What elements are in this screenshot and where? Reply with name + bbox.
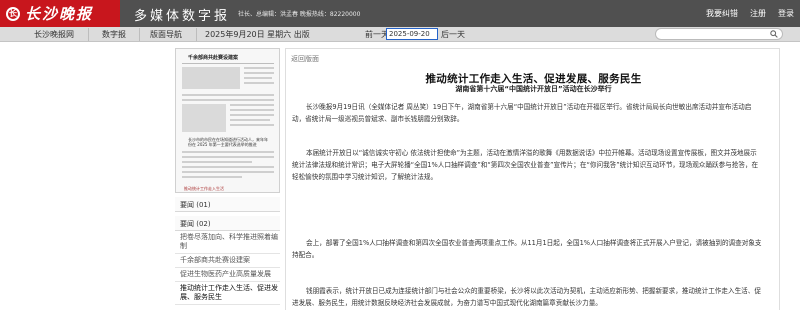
article-panel: 返回版面 推动统计工作走入生活、促进发展、服务民生 湖南省第十六届“中国统计开放… — [285, 48, 780, 310]
thumbnail-text-line — [182, 151, 274, 153]
thumbnail-text-line — [182, 94, 274, 96]
thumbnail-text-line — [182, 99, 274, 101]
article-paragraph: 钱朋霞表示，统计开放日已成为连接统计部门与社会公众的重要桥梁，长沙将以此次活动为… — [292, 287, 761, 308]
nav-divider — [88, 28, 89, 41]
register-link[interactable]: 注册 — [750, 8, 766, 19]
publish-date: 2025年9月20日 星期六 出版 — [205, 30, 310, 39]
logo-mark-icon: 长 — [6, 6, 20, 21]
thumbnail-text-line — [230, 119, 270, 121]
tab-changsha-evening-web[interactable]: 长沙晚报网 — [34, 29, 74, 40]
section-link-01[interactable]: 要闻 (01) — [175, 197, 280, 212]
next-day-button[interactable]: 后一天 — [441, 29, 465, 40]
article-subtitle: 湖南省第十六届“中国统计开放日”活动在长沙举行 — [455, 85, 612, 93]
thumbnail-caption: 推动统计工作走入生活 — [184, 186, 224, 191]
app-title: 多媒体数字报 — [134, 9, 231, 24]
article-item[interactable]: 把卷尽落加向、科学推进照着编制 — [175, 231, 280, 254]
article-item-active[interactable]: 推动统计工作走入生活、促进发展、服务民生 — [175, 282, 280, 305]
thumbnail-headline-2: 长沙市的市民在在场知道进行活动人，来年年份在 2025 年第一主要代表选举的推进 — [188, 137, 268, 147]
thumbnail-text-line — [182, 176, 242, 178]
login-link[interactable]: 登录 — [778, 8, 794, 19]
thumbnail-photo — [182, 67, 240, 89]
thumbnail-text-line — [244, 67, 274, 69]
thumbnail-text-line — [244, 72, 274, 74]
tab-digital-paper[interactable]: 数字报 — [102, 29, 126, 40]
article-paragraph: 长沙晚报9月19日讯（全媒体记者 周丛笑）19日下午，湖南省第十六届“中国统计开… — [292, 103, 752, 124]
site-logo[interactable]: 长 长沙晚报 — [0, 0, 120, 27]
nav-divider — [139, 28, 140, 41]
thumbnail-headline: 千余部商共赴赛设建案 — [188, 55, 239, 61]
article-list: 把卷尽落加向、科学推进照着编制 千余部商共赴赛设建案 促进生物医药产业高质量发展… — [175, 231, 280, 305]
logo-text: 长沙晚报 — [25, 5, 94, 23]
contact-info: 社长、总编辑：洪孟春 晚报热线：82220000 — [238, 11, 361, 18]
article-item[interactable]: 促进生物医药产业高质量发展 — [175, 268, 280, 282]
article-paragraph: 会上，部署了全国1%人口抽样调查和第四次全国农业普查两项重点工作。从11月1日起… — [292, 239, 762, 260]
header-links: 我要纠错 注册 登录 — [706, 8, 794, 19]
nav-divider — [196, 28, 197, 41]
tab-page-navigation[interactable]: 版面导航 — [150, 29, 182, 40]
date-picker-input[interactable]: 2025-09-20 — [386, 28, 438, 40]
thumbnail-text-line — [182, 161, 252, 163]
thumbnail-text-line — [244, 77, 272, 79]
article-paragraph: 本届统计开放日以“诚信诚实守初心 依法统计担使命”为主题，活动在激情洋溢的歌舞《… — [292, 149, 759, 182]
top-header: 长 长沙晚报 多媒体数字报 社长、总编辑：洪孟春 晚报热线：82220000 我… — [0, 0, 800, 27]
thumbnail-text-line — [230, 114, 274, 116]
thumbnail-text-line — [230, 109, 274, 111]
thumbnail-text-line — [182, 166, 274, 168]
thumbnail-rule — [182, 63, 274, 64]
thumbnail-photo — [182, 104, 226, 132]
thumbnail-text-line — [230, 104, 274, 106]
section-link-02[interactable]: 要闻 (02) — [175, 216, 280, 231]
left-column: 千余部商共赴赛设建案 长沙市的市民在在场知道进行活动人，来年年份在 2025 年… — [175, 48, 280, 305]
nav-bar: 长沙晚报网 数字报 版面导航 2025年9月20日 星期六 出版 前一天 202… — [0, 27, 800, 42]
article-item[interactable]: 千余部商共赴赛设建案 — [175, 254, 280, 268]
thumbnail-text-line — [244, 82, 274, 84]
back-to-page-link[interactable]: 返回版面 — [291, 54, 319, 64]
report-error-link[interactable]: 我要纠错 — [706, 8, 738, 19]
search-icon[interactable] — [770, 30, 778, 38]
thumbnail-text-line — [182, 156, 274, 158]
page-thumbnail[interactable]: 千余部商共赴赛设建案 长沙市的市民在在场知道进行活动人，来年年份在 2025 年… — [175, 48, 280, 193]
thumbnail-text-line — [230, 124, 274, 126]
thumbnail-text-line — [182, 171, 274, 173]
search-input[interactable] — [655, 28, 783, 40]
